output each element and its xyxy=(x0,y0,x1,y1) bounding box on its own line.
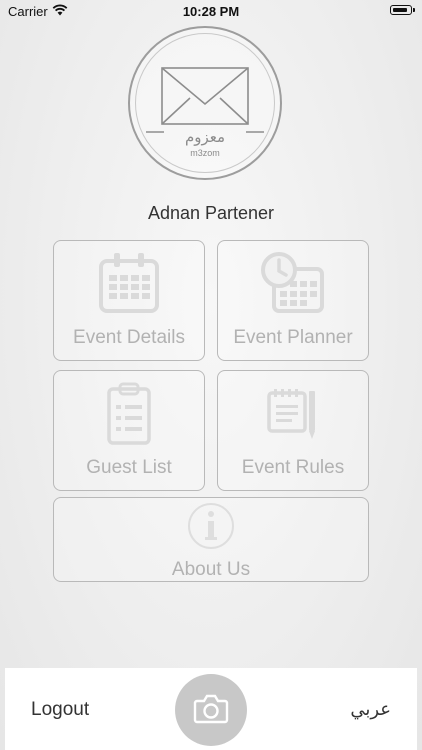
event-planner-tile[interactable]: Event Planner xyxy=(217,240,369,361)
clipboard-icon xyxy=(107,382,151,445)
event-planner-label: Event Planner xyxy=(233,327,353,348)
logo-english-text: m3zom xyxy=(190,148,220,158)
logo-arabic-text: معزوم xyxy=(184,128,226,146)
app-logo: معزوم m3zom xyxy=(128,26,282,180)
logout-button[interactable]: Logout xyxy=(31,699,89,721)
bottom-bar: Logout عربي xyxy=(5,668,417,750)
camera-icon xyxy=(193,694,229,724)
user-name: Adnan Partener xyxy=(147,203,275,223)
event-rules-label: Event Rules xyxy=(241,457,345,478)
guest-list-tile[interactable]: Guest List xyxy=(53,370,205,491)
guest-list-label: Guest List xyxy=(86,457,172,478)
clock: 10:28 PM xyxy=(182,4,240,19)
status-bar: Carrier 10:28 PM xyxy=(0,0,422,22)
calendar-icon xyxy=(99,253,159,313)
about-us-tile[interactable]: About Us xyxy=(53,497,369,582)
about-us-label: About Us xyxy=(171,559,251,580)
battery-icon xyxy=(390,5,415,15)
clock-calendar-icon xyxy=(261,252,324,313)
camera-button[interactable] xyxy=(175,674,247,746)
language-toggle[interactable]: عربي xyxy=(350,699,391,720)
notepad-pen-icon xyxy=(267,389,315,439)
event-rules-tile[interactable]: Event Rules xyxy=(217,370,369,491)
event-details-tile[interactable]: Event Details xyxy=(53,240,205,361)
event-details-label: Event Details xyxy=(73,327,185,348)
info-icon xyxy=(188,503,234,549)
